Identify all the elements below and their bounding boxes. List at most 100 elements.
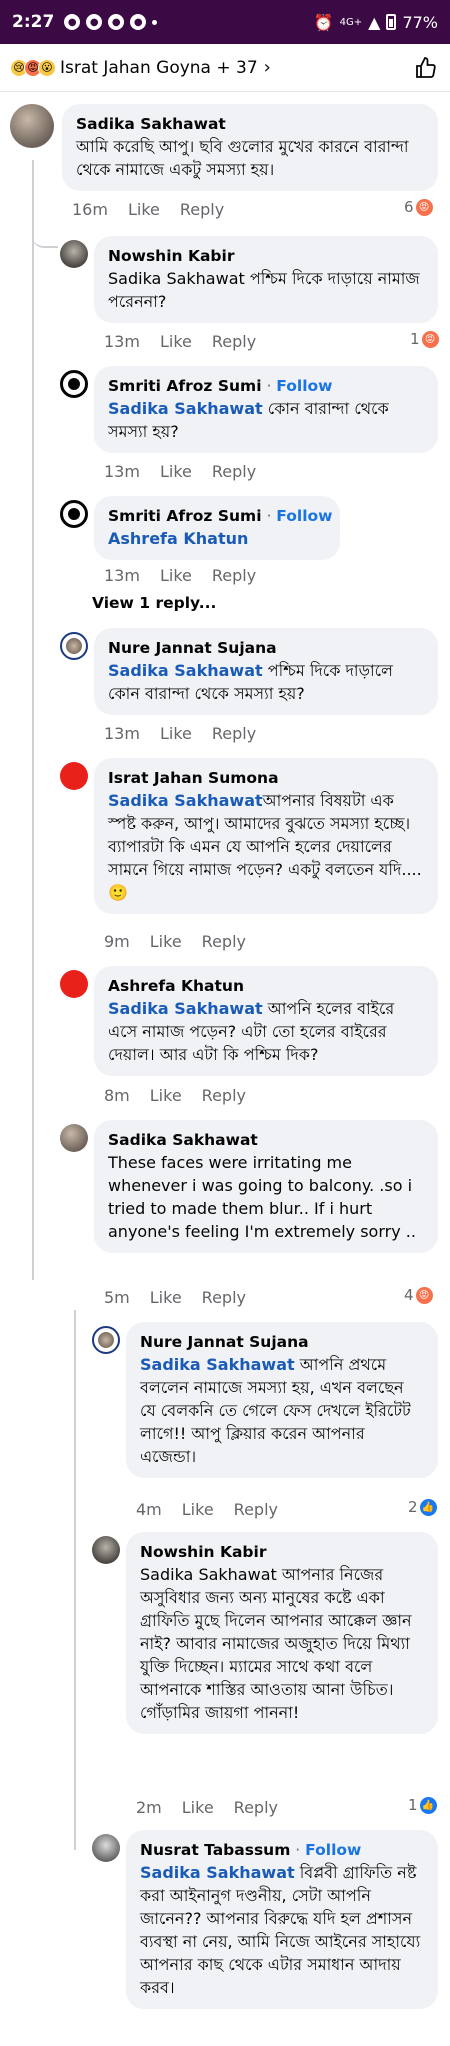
reply-button[interactable]: Reply xyxy=(234,1500,278,1519)
mention-link[interactable]: Sadika Sakhawat xyxy=(140,1355,295,1374)
author-name-row: Nusrat Tabassum · Follow xyxy=(140,1839,424,1861)
reaction-count[interactable]: 1 😡 xyxy=(410,330,439,348)
author-name[interactable]: Nowshin Kabir xyxy=(140,1541,424,1563)
comment-text: Sadika Sakhawat আপনার নিজের অসুবিধার জন্… xyxy=(140,1565,412,1722)
comment-time: 16m xyxy=(72,200,108,219)
reply-button[interactable]: Reply xyxy=(212,462,256,481)
mention-link[interactable]: Ashrefa Khatun xyxy=(108,529,248,548)
like-button[interactable]: Like xyxy=(160,566,192,585)
comment-actions: 13m Like Reply xyxy=(104,462,256,481)
like-button[interactable]: Like xyxy=(160,332,192,351)
like-button[interactable]: Like xyxy=(182,1798,214,1817)
avatar[interactable] xyxy=(60,762,88,790)
comment-time: 13m xyxy=(104,462,140,481)
comment-time: 13m xyxy=(104,724,140,743)
reactions-header[interactable]: 😢 😡 😮 Israt Jahan Goyna + 37 › xyxy=(0,44,450,92)
status-bar: 2:27 ● ● ● ● ⏰ 4G+ ▲ 77% xyxy=(0,0,450,44)
comment-bubble[interactable]: Nowshin Kabir Sadika Sakhawat পশ্চিম দিক… xyxy=(94,236,438,323)
clock: 2:27 xyxy=(12,12,55,32)
mention-link[interactable]: Sadika Sakhawat xyxy=(108,661,263,680)
reaction-count-value: 4 xyxy=(404,1286,414,1304)
reply-button[interactable]: Reply xyxy=(202,1288,246,1307)
avatar[interactable] xyxy=(92,1536,120,1564)
avatar[interactable] xyxy=(60,970,88,998)
reaction-count-value: 6 xyxy=(404,198,414,216)
comment-actions: 16m Like Reply xyxy=(72,200,224,219)
author-name[interactable]: Nowshin Kabir xyxy=(108,245,424,267)
author-name[interactable]: Nure Jannat Sujana xyxy=(108,637,424,659)
like-button[interactable]: Like xyxy=(150,1288,182,1307)
follow-button[interactable]: Follow xyxy=(305,1841,361,1859)
reaction-summary[interactable]: 😢 😡 😮 xyxy=(10,58,56,77)
reply-button[interactable]: Reply xyxy=(180,200,224,219)
mention-link[interactable]: Sadika Sakhawat xyxy=(108,399,263,418)
comment-bubble[interactable]: Nowshin Kabir Sadika Sakhawat আপনার নিজে… xyxy=(126,1532,438,1734)
reply-button[interactable]: Reply xyxy=(234,1798,278,1817)
follow-button[interactable]: Follow xyxy=(276,377,332,395)
reply-button[interactable]: Reply xyxy=(202,932,246,951)
comment-bubble[interactable]: Nure Jannat Sujana Sadika Sakhawat পশ্চি… xyxy=(94,628,438,715)
comment-bubble[interactable]: Smriti Afroz Sumi · Follow Sadika Sakhaw… xyxy=(94,366,438,453)
comment-actions: 9m Like Reply xyxy=(104,932,246,951)
reply-button[interactable]: Reply xyxy=(212,332,256,351)
avatar[interactable] xyxy=(92,1834,120,1862)
angry-reaction-icon: 😡 xyxy=(415,1286,433,1304)
comment-bubble[interactable]: Smriti Afroz Sumi · Follow Ashrefa Khatu… xyxy=(94,496,340,560)
comment-bubble[interactable]: Sadika Sakhawat আমি করেছি আপু। ছবি গুলোর… xyxy=(62,104,438,191)
like-button[interactable]: Like xyxy=(150,1086,182,1105)
reactors-title[interactable]: Israt Jahan Goyna + 37 xyxy=(60,58,258,78)
author-name[interactable]: Smriti Afroz Sumi xyxy=(108,377,262,395)
comment-text-row: Ashrefa Khatun xyxy=(108,527,326,550)
author-name[interactable]: Nure Jannat Sujana xyxy=(140,1331,424,1353)
avatar[interactable] xyxy=(60,500,88,528)
reaction-count[interactable]: 4 😡 xyxy=(404,1286,433,1304)
avatar[interactable] xyxy=(60,632,88,660)
comment-bubble[interactable]: Sadika Sakhawat These faces were irritat… xyxy=(94,1120,438,1253)
battery-icon xyxy=(386,14,397,30)
comment-time: 4m xyxy=(136,1500,162,1519)
comment-bubble[interactable]: Nure Jannat Sujana Sadika Sakhawat আপনি … xyxy=(126,1322,438,1478)
reply-button[interactable]: Reply xyxy=(202,1086,246,1105)
mention-link[interactable]: Sadika Sakhawat xyxy=(108,999,263,1018)
comment-actions: 13m Like Reply xyxy=(104,724,256,743)
chevron-right-icon[interactable]: › xyxy=(264,57,271,78)
avatar[interactable] xyxy=(92,1326,120,1354)
like-button[interactable]: Like xyxy=(160,462,192,481)
reaction-count[interactable]: 1 👍 xyxy=(408,1796,437,1814)
reaction-count-value: 1 xyxy=(408,1796,418,1814)
author-name[interactable]: Sadika Sakhawat xyxy=(108,1129,424,1151)
avatar[interactable] xyxy=(60,1124,88,1152)
comment-bubble[interactable]: Israt Jahan Sumona Sadika Sakhawatআপনার … xyxy=(94,758,438,914)
author-name[interactable]: Ashrefa Khatun xyxy=(108,975,424,997)
comment-bubble[interactable]: Ashrefa Khatun Sadika Sakhawat আপনি হলের… xyxy=(94,966,438,1076)
mention-link[interactable]: Sadika Sakhawat xyxy=(108,791,263,810)
comment-text-row: Sadika Sakhawat আপনি প্রথমে বললেন নামাজে… xyxy=(140,1353,424,1468)
view-replies-link[interactable]: View 1 reply... xyxy=(92,594,216,612)
like-button[interactable]: Like xyxy=(160,724,192,743)
signal-icon: ▲ xyxy=(368,12,381,32)
reply-button[interactable]: Reply xyxy=(212,566,256,585)
author-name[interactable]: Israt Jahan Sumona xyxy=(108,767,424,789)
like-button[interactable]: Like xyxy=(128,200,160,219)
comment-text: Sadika Sakhawat পশ্চিম দিকে দাড়ায়ে নাম… xyxy=(108,269,420,311)
author-name[interactable]: Smriti Afroz Sumi xyxy=(108,507,262,525)
avatar[interactable] xyxy=(60,370,88,398)
separator: · xyxy=(261,377,277,395)
author-name[interactable]: Nusrat Tabassum xyxy=(140,1841,290,1859)
avatar[interactable] xyxy=(60,240,88,268)
like-thumb-icon[interactable] xyxy=(414,56,438,80)
author-name[interactable]: Sadika Sakhawat xyxy=(76,113,424,135)
follow-button[interactable]: Follow xyxy=(276,507,332,525)
comment-bubble[interactable]: Nusrat Tabassum · Follow Sadika Sakhawat… xyxy=(126,1830,438,2009)
reaction-count[interactable]: 2 👍 xyxy=(408,1498,437,1516)
notification-icon: ● xyxy=(64,14,81,30)
like-button[interactable]: Like xyxy=(182,1500,214,1519)
reaction-count[interactable]: 6 😡 xyxy=(404,198,433,216)
like-button[interactable]: Like xyxy=(150,932,182,951)
mention-link[interactable]: Sadika Sakhawat xyxy=(140,1863,295,1882)
system-icons: ⏰ 4G+ ▲ 77% xyxy=(314,13,438,32)
comment-actions: 13m Like Reply xyxy=(104,332,256,351)
reply-button[interactable]: Reply xyxy=(212,724,256,743)
like-reaction-icon: 👍 xyxy=(419,1796,437,1814)
avatar[interactable] xyxy=(10,104,54,148)
